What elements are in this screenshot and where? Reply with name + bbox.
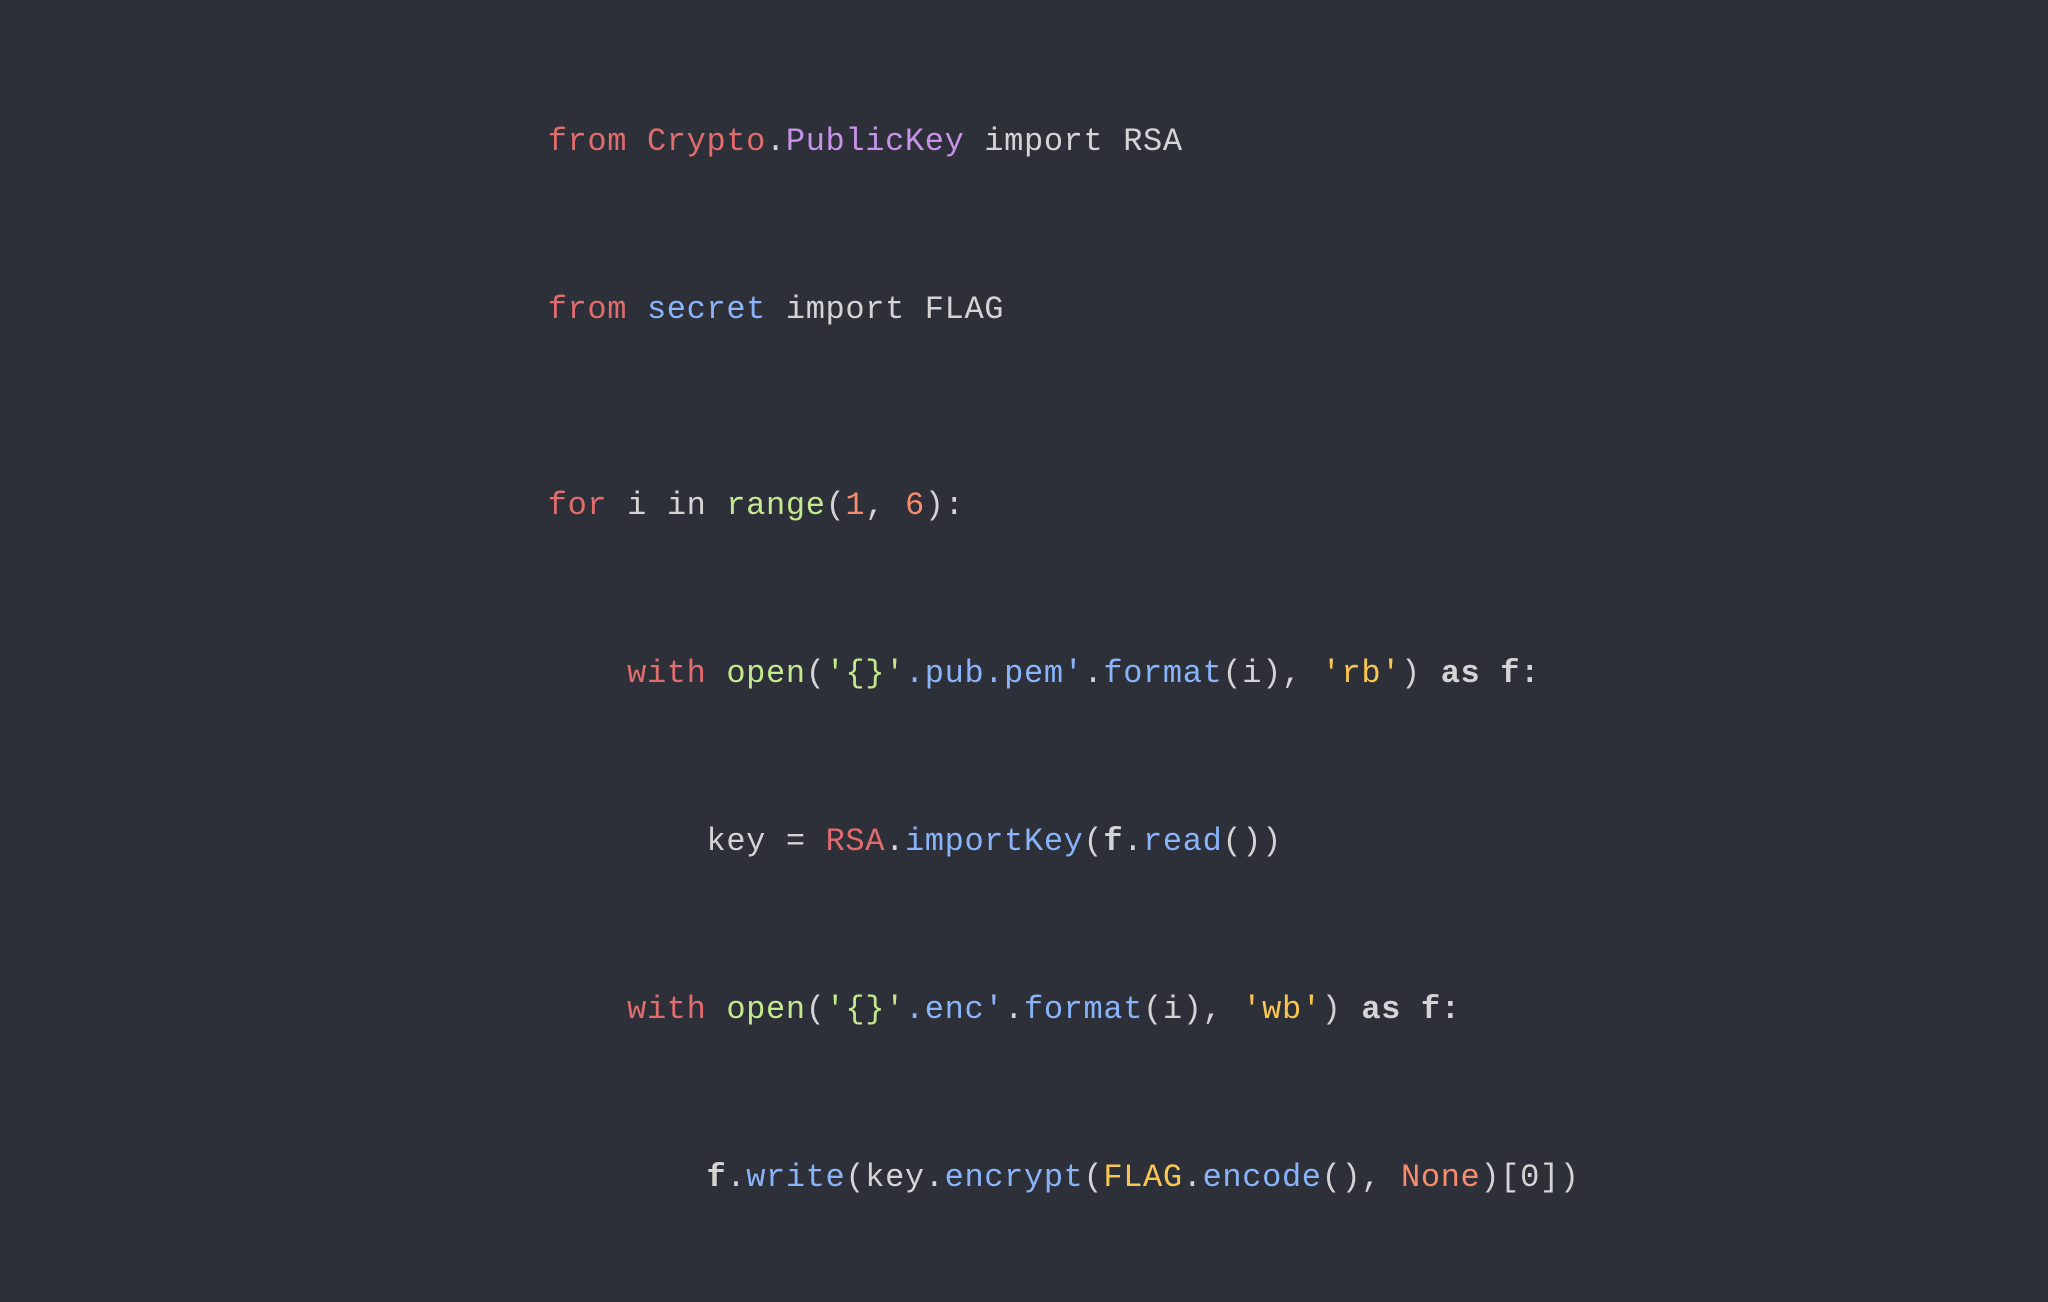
line-fwrite: f.write(key.encrypt(FLAG.encode(), None)… xyxy=(468,1094,1579,1262)
keyword-as1: as xyxy=(1441,655,1501,692)
string-enc: '{}' xyxy=(826,991,905,1028)
comma1: , xyxy=(865,487,905,524)
class-rsa2: RSA xyxy=(826,823,886,860)
keyword-from: from xyxy=(548,123,647,160)
keyword-from2: from xyxy=(548,291,647,328)
paren10: ), xyxy=(1183,991,1243,1028)
string-pub: '{}' xyxy=(826,655,905,692)
dot8: . xyxy=(1183,1159,1203,1196)
var-i2: i xyxy=(1242,655,1262,692)
module-secret: secret xyxy=(647,291,766,328)
var-f3: f: xyxy=(1421,991,1461,1028)
line-with2: with open('{}'.enc'.format(i), 'wb') as … xyxy=(468,926,1579,1094)
func-open2: open xyxy=(726,991,805,1028)
paren-close1: ): xyxy=(925,487,965,524)
paren5: ) xyxy=(1401,655,1441,692)
method-format1: format xyxy=(1103,655,1222,692)
paren15: ) xyxy=(1480,1159,1500,1196)
dot5: . xyxy=(1004,991,1024,1028)
paren9: ( xyxy=(1143,991,1163,1028)
keyword-for: for xyxy=(548,487,627,524)
paren6: ( xyxy=(1084,823,1104,860)
keyword-import: import xyxy=(964,123,1123,160)
paren8: ( xyxy=(806,991,826,1028)
method-format2: format xyxy=(1024,991,1143,1028)
func-open1: open xyxy=(726,655,805,692)
num-6: 6 xyxy=(905,487,925,524)
dot1: . xyxy=(766,123,786,160)
keyword-as2: as xyxy=(1361,991,1421,1028)
var-f2: f xyxy=(1103,823,1123,860)
method-encrypt: encrypt xyxy=(945,1159,1084,1196)
dot-pub: .pub.pem' xyxy=(905,655,1084,692)
line-import1: from Crypto.PublicKey import RSA xyxy=(468,58,1579,226)
dot7: . xyxy=(925,1159,945,1196)
var-i3: i xyxy=(1163,991,1183,1028)
module-publickey: PublicKey xyxy=(786,123,965,160)
paren11: ) xyxy=(1322,991,1362,1028)
line-shebang: #!/usr/bin/env python3 xyxy=(468,0,1579,58)
paren16: ) xyxy=(1560,1159,1580,1196)
paren12: ( xyxy=(845,1159,865,1196)
method-read: read xyxy=(1143,823,1222,860)
class-rsa: RSA xyxy=(1123,123,1183,160)
blank-line-1 xyxy=(468,394,1579,422)
method-encode: encode xyxy=(1203,1159,1322,1196)
string-rb: 'rb' xyxy=(1322,655,1401,692)
module-crypto: Crypto xyxy=(647,123,766,160)
var-key2: key xyxy=(865,1159,925,1196)
dot3: . xyxy=(885,823,905,860)
const-flag: FLAG xyxy=(925,291,1004,328)
string-wb: 'wb' xyxy=(1242,991,1321,1028)
keyword-with1: with xyxy=(548,655,727,692)
num-1: 1 xyxy=(845,487,865,524)
dot2: . xyxy=(1084,655,1104,692)
method-importkey: importKey xyxy=(905,823,1084,860)
line-key: key = RSA.importKey(f.read()) xyxy=(468,758,1579,926)
var-key1: key xyxy=(548,823,786,860)
eq1: = xyxy=(786,823,826,860)
paren2: ( xyxy=(806,655,826,692)
paren-open1: ( xyxy=(826,487,846,524)
keyword-in: in xyxy=(667,487,727,524)
dot4: . xyxy=(1123,823,1143,860)
paren13: ( xyxy=(1084,1159,1104,1196)
paren4: ), xyxy=(1262,655,1322,692)
line-with1: with open('{}'.pub.pem'.format(i), 'rb')… xyxy=(468,590,1579,758)
indent-write xyxy=(548,1159,707,1196)
paren7: ()) xyxy=(1222,823,1282,860)
method-write: write xyxy=(746,1159,845,1196)
line-import2: from secret import FLAG xyxy=(468,226,1579,394)
func-range: range xyxy=(726,487,825,524)
const-none: None xyxy=(1401,1159,1480,1196)
paren14: (), xyxy=(1322,1159,1401,1196)
keyword-import2: import xyxy=(766,291,925,328)
var-f1: f: xyxy=(1500,655,1540,692)
dot6: . xyxy=(726,1159,746,1196)
keyword-with2: with xyxy=(548,991,727,1028)
var-f4: f xyxy=(707,1159,727,1196)
bracket-sq: [0] xyxy=(1500,1159,1560,1196)
var-i: i xyxy=(627,487,667,524)
line-for: for i in range(1, 6): xyxy=(468,422,1579,590)
paren3: ( xyxy=(1222,655,1242,692)
code-block: #!/usr/bin/env python3 from Crypto.Publi… xyxy=(408,0,1639,1302)
dot-enc: .enc' xyxy=(905,991,1004,1028)
const-flag2: FLAG xyxy=(1103,1159,1182,1196)
